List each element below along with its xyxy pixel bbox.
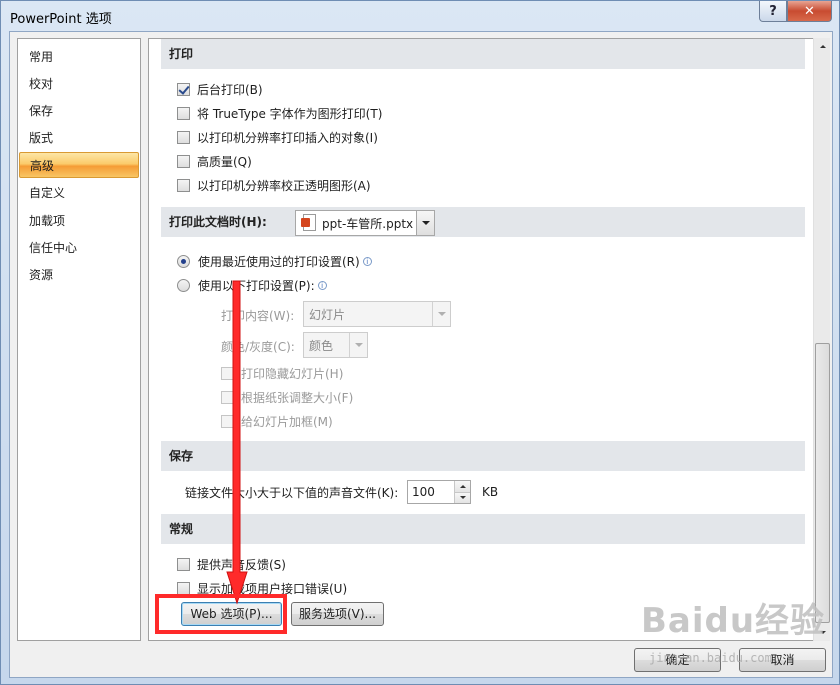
nav-item-save[interactable]: 保存 — [19, 98, 139, 124]
info-icon: i — [362, 256, 372, 266]
close-button[interactable]: ✕ — [787, 1, 832, 22]
cancel-button[interactable]: 取消 — [739, 648, 826, 672]
section-header-print: 打印 — [161, 39, 805, 69]
info-icon: i — [317, 280, 327, 290]
pptx-file-icon — [301, 214, 317, 232]
section-header-general: 常规 — [161, 514, 805, 544]
nav-item-trust-center[interactable]: 信任中心 — [19, 235, 139, 261]
option-sound-feedback[interactable]: 提供声音反馈(S) — [177, 554, 286, 574]
category-nav: 常用 校对 保存 版式 高级 自定义 加载项 信任中心 资源 — [17, 38, 141, 641]
checkbox[interactable] — [177, 106, 190, 120]
chevron-down-icon[interactable] — [416, 211, 434, 235]
chevron-down-icon[interactable] — [432, 302, 450, 326]
service-options-button[interactable]: 服务选项(V)... — [291, 602, 384, 626]
scroll-up-icon[interactable] — [814, 38, 831, 55]
option-printer-resolution-objects[interactable]: 以打印机分辨率打印插入的对象(I) — [177, 127, 378, 147]
close-icon: ✕ — [804, 3, 815, 19]
radio[interactable] — [177, 278, 190, 292]
option-frame-slides[interactable]: 给幻灯片加框(M) — [221, 411, 333, 431]
print-content-select[interactable]: 幻灯片 — [303, 301, 451, 327]
scrollbar-thumb[interactable] — [815, 343, 830, 623]
window-title: PowerPoint 选项 — [10, 12, 112, 27]
section-header-save: 保存 — [161, 441, 805, 471]
options-dialog: PowerPoint 选项 ? ✕ 常用 校对 保存 版式 高级 自定义 加载项… — [0, 0, 840, 685]
option-addin-errors[interactable]: 显示加载项用户接口错误(U) — [177, 578, 347, 598]
help-button[interactable]: ? — [759, 1, 787, 22]
option-print-hidden-slides[interactable]: 打印隐藏幻灯片(H) — [221, 363, 343, 383]
checkbox[interactable] — [177, 557, 190, 571]
radio-custom-settings[interactable]: 使用以下打印设置(P): i — [177, 275, 327, 295]
sound-size-label: 链接文件大小大于以下值的声音文件(K): — [185, 485, 399, 500]
checkbox[interactable] — [177, 82, 190, 96]
nav-item-layout[interactable]: 版式 — [19, 125, 139, 151]
help-icon: ? — [769, 3, 777, 19]
checkbox[interactable] — [221, 390, 234, 404]
checkbox[interactable] — [221, 366, 234, 380]
sound-size-unit: KB — [482, 485, 499, 499]
web-options-button[interactable]: Web 选项(P)... — [181, 602, 282, 626]
checkbox[interactable] — [177, 130, 190, 144]
color-select[interactable]: 颜色 — [303, 332, 368, 358]
nav-item-common[interactable]: 常用 — [19, 44, 139, 70]
ok-button[interactable]: 确定 — [634, 648, 721, 672]
document-select[interactable]: ppt-车管所.pptx — [295, 210, 435, 236]
nav-item-customize[interactable]: 自定义 — [19, 180, 139, 206]
stepper-down-icon[interactable] — [455, 492, 470, 503]
color-label: 颜色/灰度(C): — [221, 339, 295, 354]
option-scale-to-paper[interactable]: 根据纸张调整大小(F) — [221, 387, 353, 407]
options-content: 打印 后台打印(B) 将 TrueType 字体作为图形打印(T) 以打印机分辨… — [148, 38, 828, 641]
dialog-client-area: 常用 校对 保存 版式 高级 自定义 加载项 信任中心 资源 打印 后台打印(B… — [9, 31, 833, 678]
option-background-print[interactable]: 后台打印(B) — [177, 79, 263, 99]
option-high-quality[interactable]: 高质量(Q) — [177, 151, 252, 171]
content-scrollbar[interactable] — [813, 38, 830, 641]
section-header-print-doc: 打印此文档时(H): — [161, 207, 805, 237]
checkbox[interactable] — [177, 154, 190, 168]
nav-item-resources[interactable]: 资源 — [19, 262, 139, 288]
checkbox[interactable] — [177, 581, 190, 595]
print-content-label: 打印内容(W): — [221, 308, 295, 323]
checkbox[interactable] — [221, 414, 234, 428]
chevron-down-icon[interactable] — [349, 333, 367, 357]
nav-item-addins[interactable]: 加载项 — [19, 208, 139, 234]
sound-size-stepper[interactable]: 100 — [407, 480, 471, 504]
title-bar: PowerPoint 选项 ? ✕ — [1, 1, 839, 31]
option-truetype-graphics[interactable]: 将 TrueType 字体作为图形打印(T) — [177, 103, 382, 123]
radio-recent-settings[interactable]: 使用最近使用过的打印设置(R) i — [177, 251, 372, 271]
option-transparent-graphics[interactable]: 以打印机分辨率校正透明图形(A) — [177, 175, 371, 195]
stepper-up-icon[interactable] — [455, 481, 470, 493]
nav-item-proofing[interactable]: 校对 — [19, 71, 139, 97]
nav-item-advanced[interactable]: 高级 — [19, 152, 139, 178]
scroll-down-icon[interactable] — [814, 624, 831, 641]
checkbox[interactable] — [177, 178, 190, 192]
radio[interactable] — [177, 254, 190, 268]
